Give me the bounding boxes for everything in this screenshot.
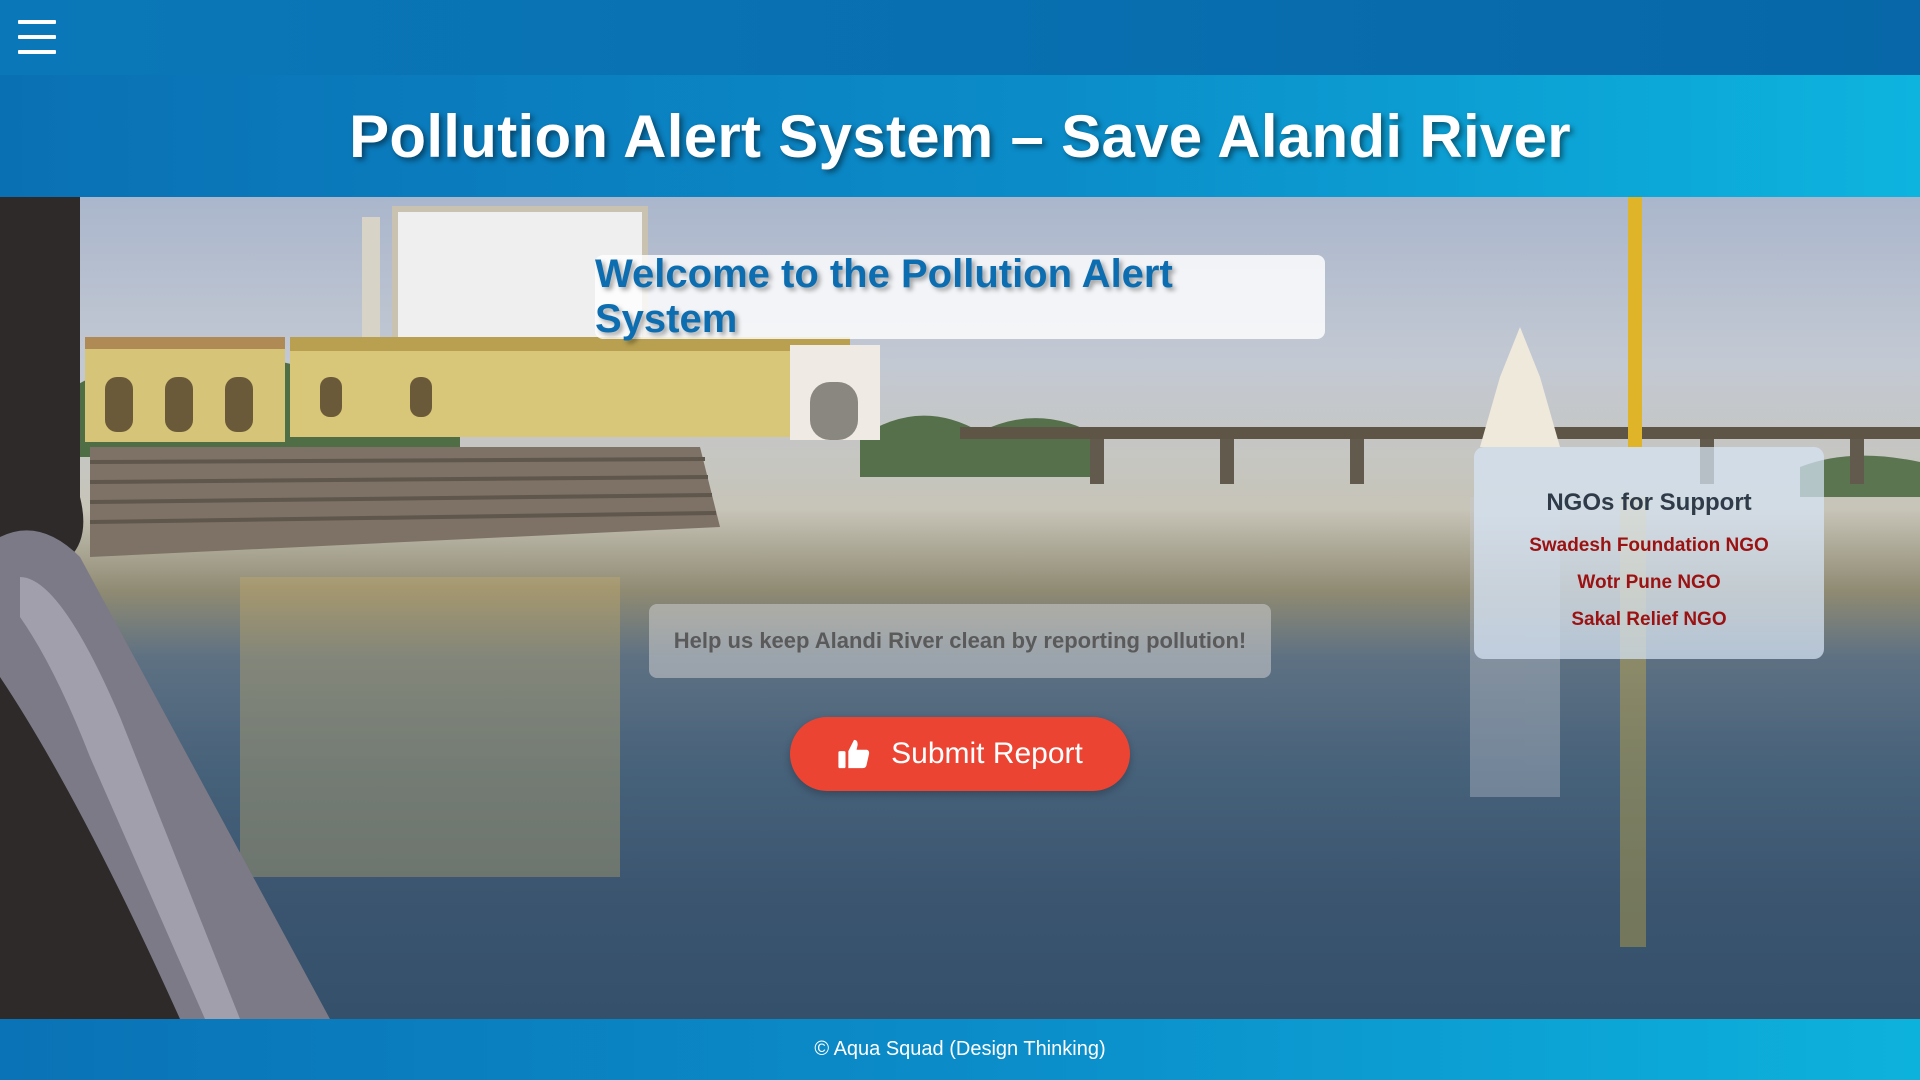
thumbs-up-icon: [838, 739, 870, 769]
welcome-heading: Welcome to the Pollution Alert System: [595, 252, 1173, 341]
page-title: Pollution Alert System – Save Alandi Riv…: [349, 102, 1571, 170]
hero-section: Welcome to the Pollution Alert System He…: [0, 197, 1920, 1019]
submit-report-label: Submit Report: [891, 737, 1083, 770]
ngo-link-wotr-pune[interactable]: Wotr Pune NGO: [1577, 564, 1720, 601]
page-header: Pollution Alert System – Save Alandi Riv…: [0, 75, 1920, 197]
submit-report-button[interactable]: Submit Report: [790, 717, 1130, 791]
ngo-panel-title: NGOs for Support: [1546, 489, 1752, 516]
hamburger-menu-icon[interactable]: [18, 18, 56, 56]
ngo-support-panel: NGOs for Support Swadesh Foundation NGO …: [1474, 447, 1824, 659]
ngo-link-swadesh-foundation[interactable]: Swadesh Foundation NGO: [1529, 527, 1769, 564]
top-bar: [0, 0, 1920, 75]
page-footer: © Aqua Squad (Design Thinking): [0, 1019, 1920, 1080]
footer-copyright: © Aqua Squad (Design Thinking): [814, 1038, 1106, 1060]
welcome-banner: Welcome to the Pollution Alert System: [595, 252, 1325, 341]
tagline-text: Help us keep Alandi River clean by repor…: [673, 628, 1247, 653]
tagline-banner: Help us keep Alandi River clean by repor…: [649, 604, 1271, 678]
ngo-link-sakal-relief[interactable]: Sakal Relief NGO: [1571, 601, 1726, 638]
